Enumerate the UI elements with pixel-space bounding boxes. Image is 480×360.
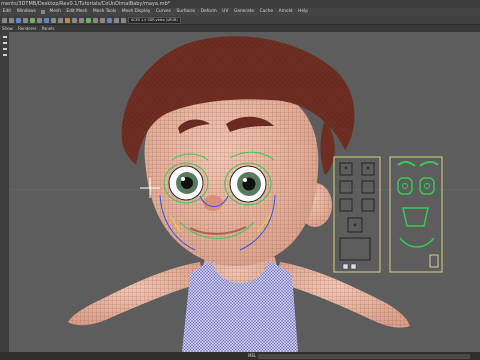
- menu-edit[interactable]: Edit: [0, 8, 14, 16]
- grid-toggle-icon[interactable]: [23, 17, 28, 23]
- left-eye[interactable]: [168, 165, 204, 201]
- window-title: ments/3DTMB/Desktop/Rev0.1/Tutorials/CoU…: [1, 1, 171, 7]
- menu-mesh-tools[interactable]: Mesh Tools: [90, 8, 119, 16]
- panel-menu-renderer[interactable]: Renderer: [16, 25, 38, 32]
- panel-menu-show[interactable]: Show: [0, 25, 15, 32]
- menu-surfaces[interactable]: Surfaces: [174, 8, 198, 16]
- shadows-icon[interactable]: [58, 17, 63, 23]
- menu-edit-mesh[interactable]: Edit Mesh: [64, 8, 91, 16]
- resolution-gate-icon[interactable]: [72, 17, 77, 23]
- menu-curves[interactable]: Curves: [153, 8, 174, 16]
- wireframe-icon[interactable]: [37, 17, 42, 23]
- select-tool-icon[interactable]: [2, 17, 7, 23]
- menu-uv[interactable]: UV: [220, 8, 232, 16]
- xray-icon[interactable]: [44, 17, 49, 23]
- lighting-icon[interactable]: [51, 17, 56, 23]
- command-language-label: MEL: [248, 353, 257, 358]
- film-gate-icon[interactable]: [79, 17, 84, 23]
- select-tool-icon[interactable]: [3, 36, 7, 38]
- rig-picker-panel[interactable]: [389, 156, 443, 273]
- menu-generate[interactable]: Generate: [231, 8, 257, 16]
- smooth-shade-icon[interactable]: [93, 17, 98, 23]
- camera-icon[interactable]: [16, 17, 21, 23]
- lasso-tool-icon[interactable]: [9, 17, 14, 23]
- menu-mesh[interactable]: Mesh: [47, 8, 64, 16]
- rig-face-control-panel[interactable]: [333, 156, 381, 273]
- right-eye[interactable]: [229, 165, 267, 203]
- color-space-field[interactable]: ACES 1.0 SDR-video (sRGB): [128, 16, 181, 24]
- menu-separator-icon: [40, 10, 45, 14]
- menu-help[interactable]: Help: [295, 8, 310, 16]
- shading-icon[interactable]: [30, 17, 35, 23]
- command-input[interactable]: [258, 353, 470, 359]
- rotate-tool-icon[interactable]: [3, 48, 7, 50]
- menu-mesh-display[interactable]: Mesh Display: [119, 8, 153, 16]
- bookmark-icon[interactable]: [100, 17, 105, 23]
- viewport-scene: [9, 36, 480, 352]
- command-line-bar: MEL: [0, 352, 480, 360]
- scale-tool-icon[interactable]: [3, 54, 7, 56]
- exposure-icon[interactable]: [114, 17, 119, 23]
- status-toolbar: ACES 1.0 SDR-video (sRGB): [0, 16, 480, 25]
- menu-cache[interactable]: Cache: [257, 8, 276, 16]
- textured-icon[interactable]: [86, 17, 91, 23]
- menu-arnold[interactable]: Arnold: [276, 8, 296, 16]
- character-nose: [203, 195, 223, 211]
- isolate-select-icon[interactable]: [65, 17, 70, 23]
- move-tool-icon[interactable]: [3, 42, 7, 44]
- menu-deform[interactable]: Deform: [198, 8, 220, 16]
- menu-windows[interactable]: Windows: [14, 8, 39, 16]
- gamma-icon[interactable]: [121, 17, 126, 23]
- main-menu-bar: Edit Windows Mesh Edit Mesh Mesh Tools M…: [0, 8, 480, 16]
- window-title-bar: ments/3DTMB/Desktop/Rev0.1/Tutorials/CoU…: [0, 0, 480, 8]
- panel-menu-bar: Show Renderer Panels: [0, 25, 480, 32]
- viewport-3d[interactable]: [9, 32, 480, 352]
- hud-icon[interactable]: [107, 17, 112, 23]
- panel-menu-panels[interactable]: Panels: [40, 25, 57, 32]
- tool-box: [0, 32, 9, 352]
